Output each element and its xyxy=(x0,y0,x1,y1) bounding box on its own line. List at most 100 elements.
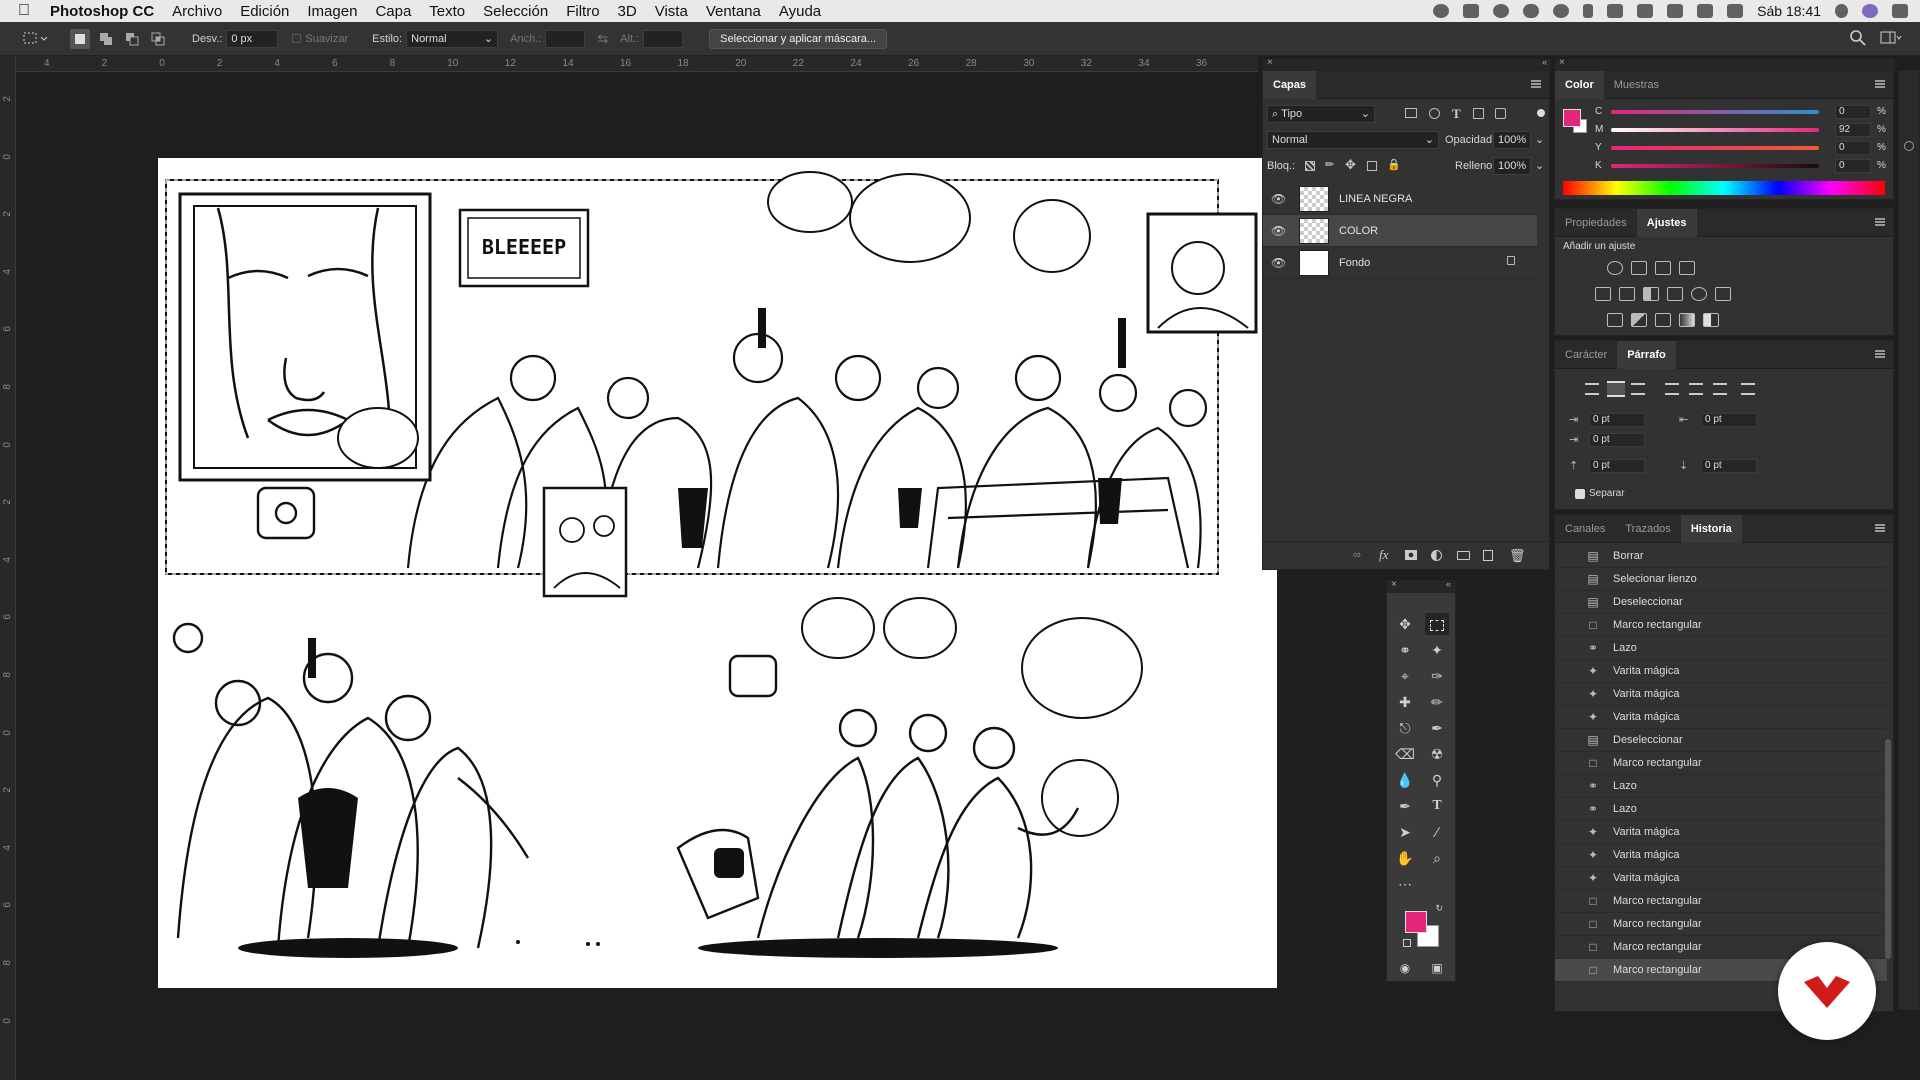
history-step[interactable]: ✦ Varita mágica xyxy=(1555,867,1887,890)
spotlight-icon[interactable] xyxy=(1835,4,1848,18)
channel-m-slider[interactable] xyxy=(1611,128,1819,132)
indent-first-input[interactable]: 0 pt xyxy=(1589,433,1645,447)
color-balance-icon[interactable] xyxy=(1619,287,1635,301)
filter-pixel-icon[interactable] xyxy=(1405,108,1417,118)
menu-capa[interactable]: Capa xyxy=(375,3,411,20)
magic-wand-tool-icon[interactable]: ✦ xyxy=(1425,639,1449,661)
tab-color[interactable]: Color xyxy=(1555,70,1604,99)
siri-icon[interactable] xyxy=(1862,4,1878,18)
feather-input[interactable]: 0 px xyxy=(226,29,279,48)
blur-tool-icon[interactable]: 💧 xyxy=(1393,769,1417,791)
horizontal-ruler[interactable]: 4 2 0 2 4 6 8 10 12 14 16 18 20 22 24 26 28 30 32 34 36 xyxy=(16,56,1258,72)
swap-dimensions-icon[interactable]: ⇆ xyxy=(597,31,608,47)
link-layers-icon[interactable]: ∞ xyxy=(1353,549,1361,561)
new-layer-icon[interactable] xyxy=(1483,550,1493,561)
tab-caracter[interactable]: Carácter xyxy=(1555,341,1617,369)
justify-right-icon[interactable] xyxy=(1713,383,1727,395)
new-adjustment-icon[interactable] xyxy=(1431,550,1442,561)
lock-transparent-icon[interactable] xyxy=(1305,161,1315,171)
path-selection-tool-icon[interactable]: ➤ xyxy=(1393,821,1417,843)
channel-k-value[interactable]: 0 xyxy=(1835,159,1871,173)
filter-toggle-icon[interactable] xyxy=(1537,109,1545,117)
filter-type-icon[interactable]: T xyxy=(1452,106,1461,122)
tab-ajustes[interactable]: Ajustes xyxy=(1636,208,1697,237)
justify-left-icon[interactable] xyxy=(1665,383,1679,395)
height-input[interactable] xyxy=(643,29,684,48)
airplay-icon[interactable] xyxy=(1637,4,1654,18)
history-step[interactable]: ✦ Varita mágica xyxy=(1555,706,1887,729)
menu-ayuda[interactable]: Ayuda xyxy=(779,3,821,20)
color-spectrum-bar[interactable] xyxy=(1563,181,1885,195)
indent-left-input[interactable]: 0 pt xyxy=(1589,413,1645,427)
menu-vista[interactable]: Vista xyxy=(655,3,688,20)
apple-icon[interactable]:  xyxy=(18,2,36,20)
layer-row-linea-negra[interactable]: 👁 LINEA NEGRA xyxy=(1263,183,1537,215)
new-group-icon[interactable] xyxy=(1457,551,1470,560)
type-tool-icon[interactable]: T xyxy=(1425,795,1449,817)
history-scrollbar[interactable] xyxy=(1885,739,1891,959)
dropbox-icon[interactable] xyxy=(1463,4,1480,18)
history-step[interactable]: ▤ Deseleccionar xyxy=(1555,729,1887,752)
creative-cloud-icon[interactable] xyxy=(1493,4,1510,18)
lock-artboard-icon[interactable] xyxy=(1367,161,1377,171)
clone-stamp-tool-icon[interactable]: ⎋ xyxy=(1393,717,1417,739)
tab-muestras[interactable]: Muestras xyxy=(1604,71,1669,99)
justify-all-icon[interactable] xyxy=(1741,383,1755,395)
cloud-icon[interactable] xyxy=(1523,4,1540,18)
align-left-icon[interactable] xyxy=(1585,383,1599,395)
visibility-eye-icon[interactable]: 👁 xyxy=(1271,224,1289,238)
lock-move-icon[interactable]: ✥ xyxy=(1345,157,1356,173)
layer-name[interactable]: LINEA NEGRA xyxy=(1339,193,1412,205)
filter-adjustment-icon[interactable] xyxy=(1429,108,1440,119)
layer-filter-select[interactable]: ⌕ Tipo ⌄ xyxy=(1267,105,1375,123)
menu-edicion[interactable]: Edición xyxy=(240,3,289,20)
channel-mixer-icon[interactable] xyxy=(1691,287,1707,301)
panel-menu-icon[interactable] xyxy=(1531,80,1541,88)
levels-icon[interactable] xyxy=(1631,261,1647,275)
menu-3d[interactable]: 3D xyxy=(618,3,637,20)
blend-mode-select[interactable]: Normal ⌄ xyxy=(1267,131,1439,149)
menu-texto[interactable]: Texto xyxy=(429,3,465,20)
black-white-icon[interactable] xyxy=(1643,287,1659,301)
time-machine-icon[interactable] xyxy=(1553,4,1570,18)
volume-icon[interactable] xyxy=(1697,4,1714,18)
tab-parrafo[interactable]: Párrafo xyxy=(1617,340,1676,369)
eraser-tool-icon[interactable]: ⌫ xyxy=(1393,743,1417,765)
keyboard-icon[interactable] xyxy=(1727,4,1744,18)
align-right-icon[interactable] xyxy=(1631,383,1645,395)
invert-icon[interactable] xyxy=(1607,313,1623,327)
curves-icon[interactable] xyxy=(1655,261,1671,275)
exposure-icon[interactable] xyxy=(1679,261,1695,275)
wifi-icon[interactable] xyxy=(1607,4,1624,18)
history-step[interactable]: □ Marco rectangular xyxy=(1555,614,1887,637)
select-and-mask-button[interactable]: Seleccionar y aplicar máscara... xyxy=(709,28,888,49)
collapsed-panel-strip[interactable] xyxy=(1898,70,1920,1010)
close-icon[interactable]: × xyxy=(1559,57,1565,68)
channel-k-slider[interactable] xyxy=(1611,164,1819,168)
lock-brush-icon[interactable]: ✏ xyxy=(1325,158,1334,171)
close-icon[interactable]: × xyxy=(1267,57,1273,68)
move-tool-icon[interactable]: ✥ xyxy=(1393,613,1417,635)
crop-tool-icon[interactable]: ⌖ xyxy=(1393,665,1417,687)
brush-tool-icon[interactable]: ✏ xyxy=(1425,691,1449,713)
channel-y-value[interactable]: 0 xyxy=(1835,141,1871,155)
menu-imagen[interactable]: Imagen xyxy=(307,3,357,20)
intersect-selection-icon[interactable] xyxy=(148,29,168,49)
vibrance-icon[interactable] xyxy=(1703,261,1719,275)
menu-ventana[interactable]: Ventana xyxy=(706,3,761,20)
opacity-input[interactable]: 100% xyxy=(1493,131,1531,149)
history-step[interactable]: ✦ Varita mágica xyxy=(1555,683,1887,706)
new-selection-icon[interactable] xyxy=(70,28,90,49)
layer-row-color[interactable]: 👁 COLOR xyxy=(1263,215,1537,247)
space-after-input[interactable]: 0 pt xyxy=(1701,459,1757,473)
history-step[interactable]: ⚭ Lazo xyxy=(1555,637,1887,660)
channel-m-value[interactable]: 92 xyxy=(1835,123,1871,137)
tab-capas[interactable]: Capas xyxy=(1263,70,1317,99)
healing-brush-tool-icon[interactable]: ✚ xyxy=(1393,691,1417,713)
record-icon[interactable] xyxy=(1433,4,1450,18)
history-step[interactable]: ✦ Varita mágica xyxy=(1555,660,1887,683)
fill-input[interactable]: 100% xyxy=(1493,157,1531,175)
menu-seleccion[interactable]: Selección xyxy=(483,3,548,20)
rectangular-marquee-tool-icon[interactable] xyxy=(1425,613,1449,635)
history-step[interactable]: □ Marco rectangular xyxy=(1555,890,1887,913)
